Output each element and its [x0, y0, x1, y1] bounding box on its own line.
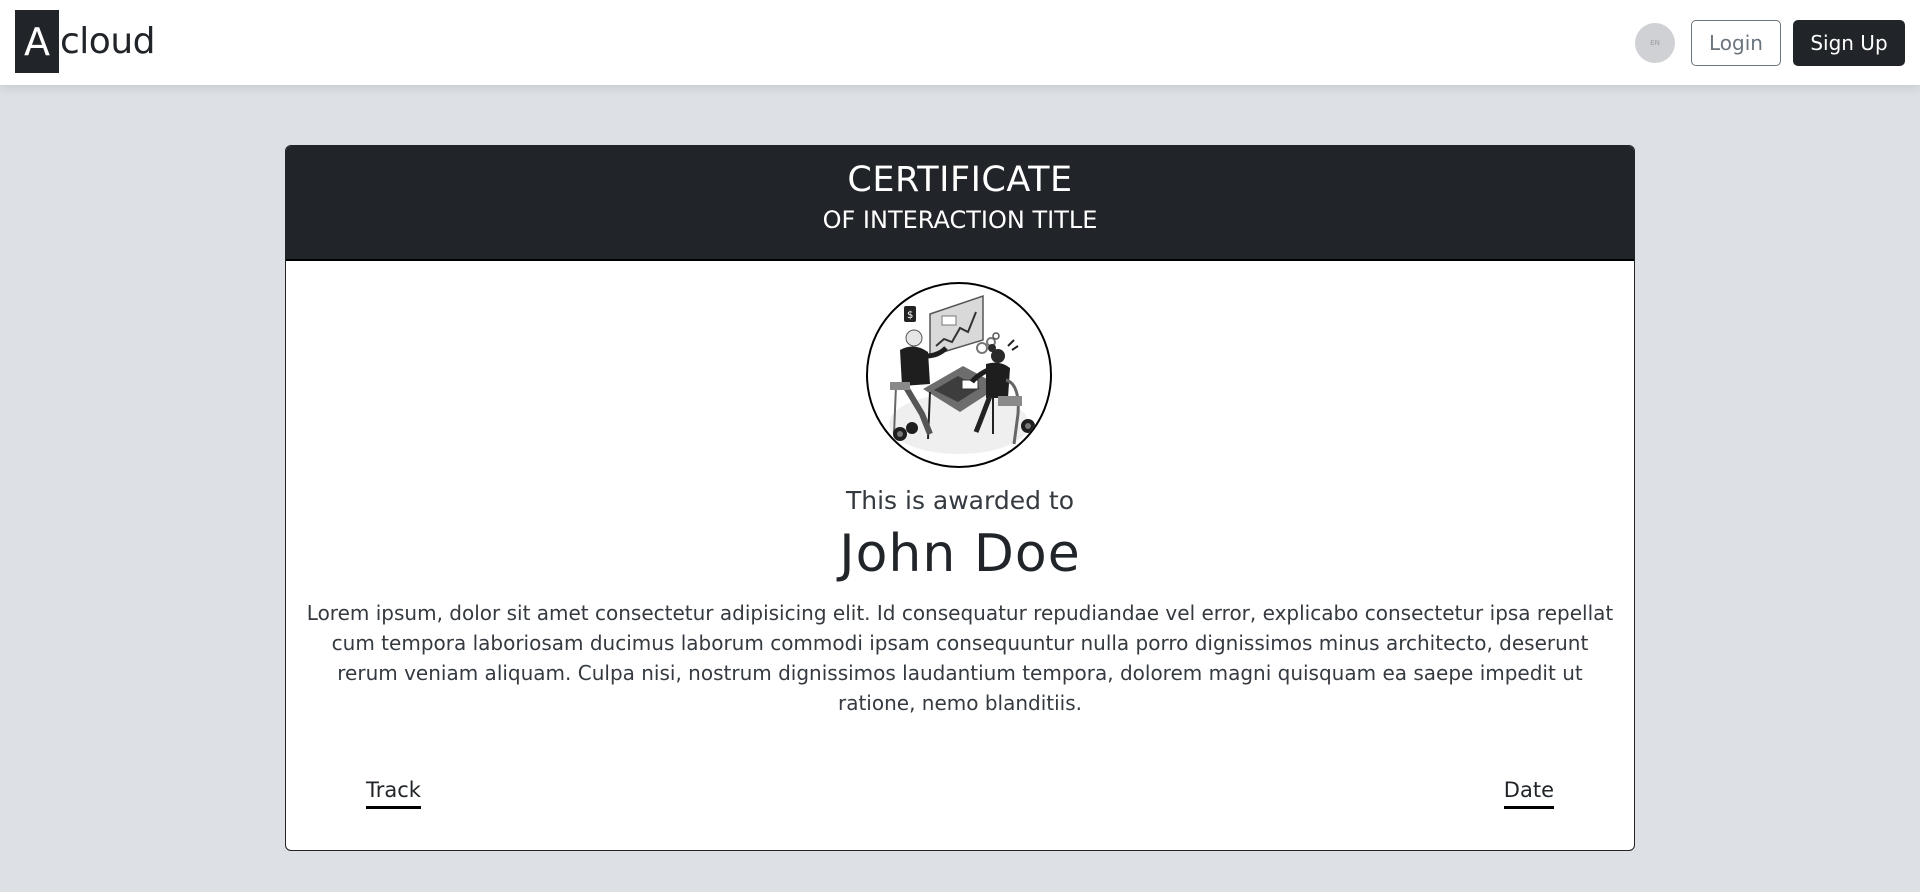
track-signature-label: Track: [366, 778, 421, 809]
brand-logo[interactable]: A cloud: [15, 10, 156, 73]
certificate-card: CERTIFICATE OF INTERACTION TITLE $ This …: [285, 145, 1635, 851]
signup-button[interactable]: Sign Up: [1793, 20, 1905, 66]
navbar-actions: EN Login Sign Up: [1635, 20, 1905, 66]
language-flag-button[interactable]: EN: [1635, 23, 1675, 63]
logo-letter: A: [15, 10, 59, 73]
top-navbar: A cloud EN Login Sign Up: [0, 0, 1920, 85]
meeting-illustration-icon: $: [866, 282, 1052, 468]
login-button[interactable]: Login: [1691, 20, 1781, 66]
awarded-to-label: This is awarded to: [845, 486, 1075, 515]
recipient-name: John Doe: [839, 524, 1081, 584]
certificate-subtitle: OF INTERACTION TITLE: [822, 206, 1098, 234]
certificate-title: CERTIFICATE: [847, 160, 1073, 200]
meeting-illustration-svg: $: [889, 294, 1035, 454]
date-signature-label: Date: [1503, 778, 1554, 809]
certificate-header: CERTIFICATE OF INTERACTION TITLE: [286, 146, 1634, 261]
svg-text:$: $: [907, 310, 913, 321]
certificate-description: Lorem ipsum, dolor sit amet consectetur …: [306, 601, 1614, 715]
logo-text: cloud: [60, 21, 156, 62]
